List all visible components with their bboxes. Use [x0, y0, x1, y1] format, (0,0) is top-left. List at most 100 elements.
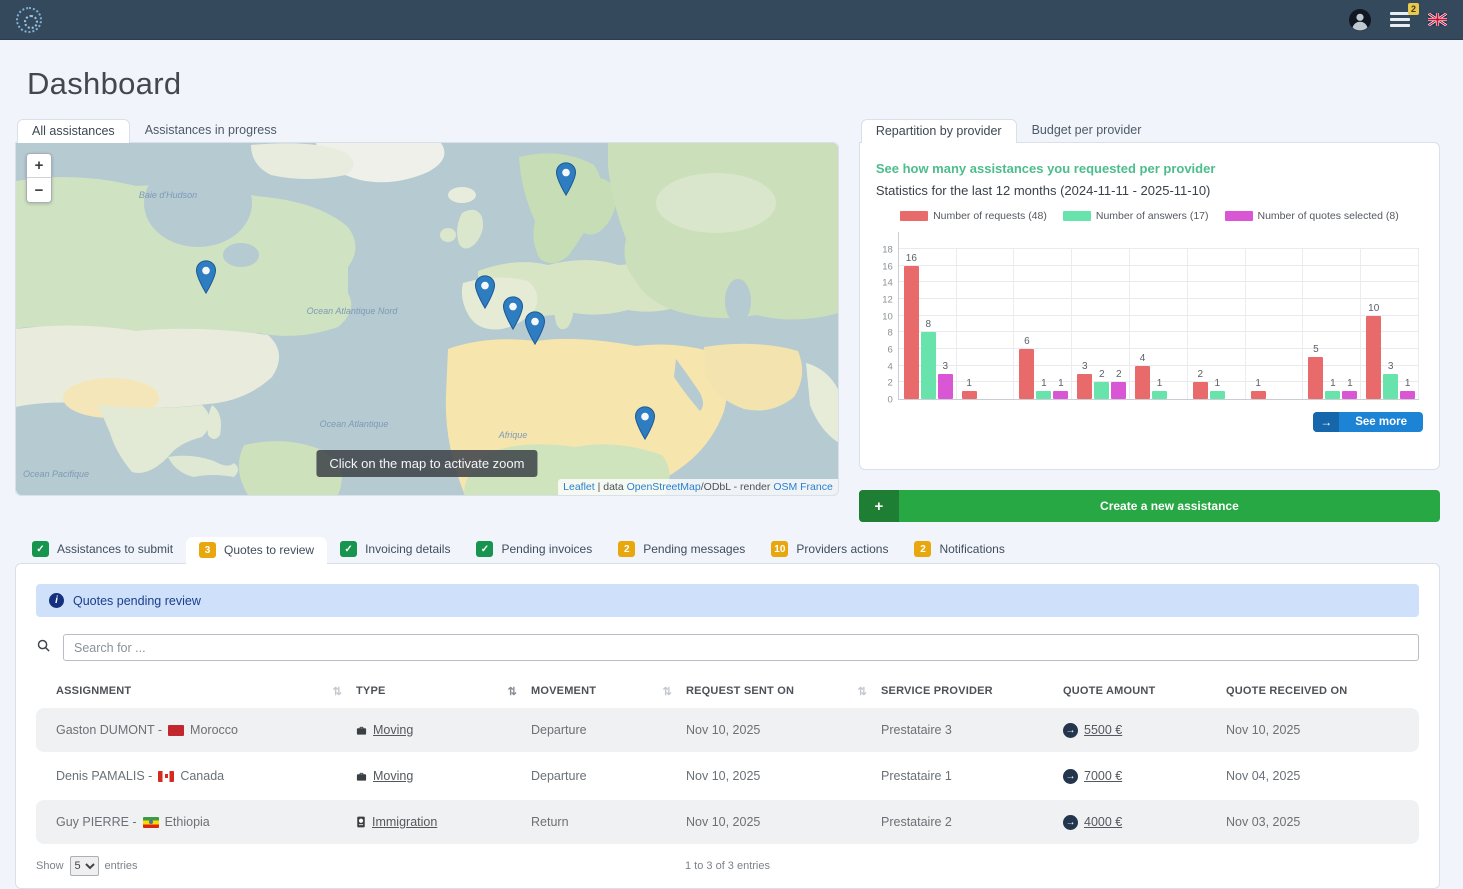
show-label: Show: [36, 860, 64, 872]
map-marker-icon[interactable]: [634, 406, 656, 440]
bar-group: 322: [1072, 249, 1130, 399]
notifications-menu-button[interactable]: 2: [1390, 12, 1410, 27]
map-marker-icon[interactable]: [502, 296, 524, 330]
see-more-button[interactable]: → See more: [1313, 412, 1423, 432]
bar-number-of-answers-17: 8: [921, 319, 936, 399]
chart-subheading: Statistics for the last 12 months (2024-…: [876, 183, 1423, 198]
plus-icon: +: [859, 490, 899, 522]
map-attribution: Leaflet | data OpenStreetMap/ODbL - rend…: [558, 479, 838, 495]
assignee-name: Guy PIERRE -: [56, 815, 137, 829]
service-provider-cell: Prestataire 3: [881, 723, 1063, 737]
map-marker-icon[interactable]: [555, 162, 577, 196]
search-input[interactable]: [63, 634, 1419, 661]
tab-pending-messages[interactable]: 2Pending messages: [605, 536, 758, 563]
legend-item: Number of requests (48): [900, 210, 1047, 222]
quotes-table: ASSIGNMENT⇅TYPE⇅MOVEMENT⇅REQUEST SENT ON…: [36, 676, 1419, 876]
column-label: TYPE: [356, 685, 386, 697]
bar: [1308, 357, 1323, 399]
arrow-circle-icon: →: [1063, 769, 1078, 784]
tab-budget-per-provider[interactable]: Budget per provider: [1017, 118, 1157, 142]
quote-amount-link[interactable]: 5500 €: [1084, 723, 1122, 737]
column-label: QUOTE RECEIVED ON: [1226, 685, 1347, 697]
column-label: REQUEST SENT ON: [686, 685, 794, 697]
sort-icon[interactable]: ⇅: [858, 685, 867, 698]
chart-y-axis: 024681012141618: [876, 232, 898, 400]
quote-amount-link[interactable]: 4000 €: [1084, 815, 1122, 829]
bar-number-of-quotes-selected-8: 1: [1400, 378, 1415, 399]
assistance-map[interactable]: Baie d'HudsonOcean Atlantique NordOcean …: [16, 143, 838, 495]
attribution-text: /ODbL - render: [701, 481, 774, 493]
y-tick-label: 4: [888, 361, 893, 372]
map-label: Ocean Pacifique: [23, 469, 89, 479]
tab-assistances-to-submit[interactable]: ✓Assistances to submit: [19, 536, 186, 563]
bar-number-of-answers-17: 3: [1383, 361, 1398, 399]
page-size-select[interactable]: 5: [70, 856, 99, 876]
map-marker-icon[interactable]: [474, 275, 496, 309]
tab-label: Pending messages: [643, 542, 745, 556]
column-header-service-provider: SERVICE PROVIDER: [881, 685, 1063, 697]
info-banner: i Quotes pending review: [36, 584, 1419, 617]
tab-providers-actions[interactable]: 10Providers actions: [758, 536, 901, 563]
map-label: Baie d'Hudson: [139, 190, 197, 200]
bar: [921, 332, 936, 399]
bar-group: 41: [1130, 249, 1188, 399]
bar: [1036, 391, 1051, 399]
bar: [1053, 391, 1068, 399]
language-flag-icon[interactable]: [1428, 13, 1447, 26]
map-marker-icon[interactable]: [524, 311, 546, 345]
column-header-movement[interactable]: MOVEMENT⇅: [531, 685, 686, 698]
chart-tabs: Repartition by providerBudget per provid…: [859, 118, 1440, 142]
column-header-request-sent-on[interactable]: REQUEST SENT ON ⇅: [686, 685, 881, 698]
sort-icon[interactable]: ⇅: [663, 685, 672, 698]
bar-number-of-requests-48: 6: [1019, 336, 1034, 399]
movement-cell: Return: [531, 815, 686, 829]
bar-number-of-answers-17: 1: [1036, 378, 1051, 399]
attribution-link-osm-france[interactable]: OSM France: [773, 481, 833, 493]
tab-assistances-in-progress[interactable]: Assistances in progress: [130, 118, 292, 142]
tab-quotes-to-review[interactable]: 3Quotes to review: [186, 537, 327, 564]
tab-repartition-by-provider[interactable]: Repartition by provider: [861, 119, 1017, 143]
bar-group: 1: [1246, 249, 1304, 399]
table-row[interactable]: Gaston DUMONT -MoroccoMovingDepartureNov…: [36, 708, 1419, 752]
sort-icon[interactable]: ⇅: [508, 685, 517, 698]
map-zoom-in-button[interactable]: +: [27, 154, 51, 178]
tab-invoicing-details[interactable]: ✓Invoicing details: [327, 536, 463, 563]
tab-label: Providers actions: [796, 542, 888, 556]
bar-value-label: 6: [1024, 336, 1030, 347]
create-assistance-button[interactable]: + Create a new assistance: [859, 490, 1440, 522]
tab-notifications[interactable]: 2Notifications: [901, 536, 1017, 563]
bar-group: 511: [1303, 249, 1361, 399]
bar-value-label: 1: [1255, 378, 1261, 389]
type-link[interactable]: Moving: [373, 769, 413, 783]
app-root: 2 Dashboard All assistancesAssistances i…: [0, 0, 1463, 885]
type-link[interactable]: Immigration: [372, 815, 437, 829]
chart-plot-area: 16831611322412115111031: [898, 232, 1419, 400]
sort-icon[interactable]: ⇅: [333, 685, 342, 698]
column-label: QUOTE AMOUNT: [1063, 685, 1155, 697]
column-header-assignment[interactable]: ASSIGNMENT⇅: [36, 685, 356, 698]
app-logo-icon[interactable]: [16, 7, 42, 33]
y-tick-label: 6: [888, 345, 893, 356]
arrow-circle-icon: →: [1063, 723, 1078, 738]
country-name: Ethiopia: [165, 815, 210, 829]
bar-value-label: 1: [1157, 378, 1163, 389]
user-avatar-icon[interactable]: [1348, 8, 1372, 32]
bar: [1342, 391, 1357, 399]
table-row[interactable]: Denis PAMALIS -CanadaMovingDepartureNov …: [36, 754, 1419, 798]
tab-pending-invoices[interactable]: ✓Pending invoices: [463, 536, 605, 563]
attribution-link-leaflet[interactable]: Leaflet: [563, 481, 595, 493]
bar: [938, 374, 953, 399]
bar: [904, 266, 919, 399]
table-row[interactable]: Guy PIERRE -EthiopiaImmigrationReturnNov…: [36, 800, 1419, 844]
tab-all-assistances[interactable]: All assistances: [17, 119, 130, 143]
attribution-link-openstreetmap[interactable]: OpenStreetMap: [627, 481, 701, 493]
map-zoom-out-button[interactable]: −: [27, 178, 51, 202]
movement-cell: Departure: [531, 769, 686, 783]
quote-amount-link[interactable]: 7000 €: [1084, 769, 1122, 783]
type-link[interactable]: Moving: [373, 723, 413, 737]
menu-icon: [1390, 12, 1410, 27]
map-marker-icon[interactable]: [195, 260, 217, 294]
info-icon: i: [49, 593, 64, 608]
column-header-type[interactable]: TYPE ⇅: [356, 685, 531, 698]
bar-number-of-quotes-selected-8: 1: [1053, 378, 1068, 399]
